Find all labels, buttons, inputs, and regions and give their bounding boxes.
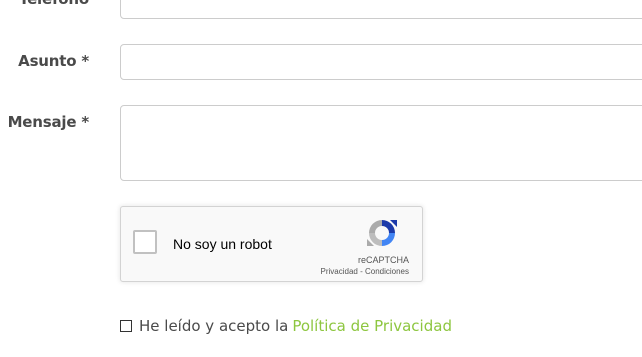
telefono-input[interactable] xyxy=(120,0,642,19)
mensaje-label: Mensaje * xyxy=(7,113,90,131)
recaptcha-widget: No soy un robot reCAPTCHA Privacidad - C… xyxy=(120,206,423,282)
recaptcha-logo-icon xyxy=(367,220,397,246)
privacy-consent: He leído y acepto la Política de Privaci… xyxy=(120,317,452,335)
privacy-consent-text: He leído y acepto la xyxy=(139,317,289,335)
asunto-label: Asunto * xyxy=(18,52,89,70)
asunto-input[interactable] xyxy=(120,44,642,80)
privacy-checkbox[interactable] xyxy=(120,320,132,332)
recaptcha-brand: reCAPTCHA xyxy=(357,255,409,265)
recaptcha-checkbox[interactable] xyxy=(133,230,157,254)
recaptcha-terms-links[interactable]: Privacidad - Condiciones xyxy=(321,267,410,276)
mensaje-textarea[interactable] xyxy=(120,105,642,181)
telefono-label: Teléfono xyxy=(19,0,89,8)
privacy-policy-link[interactable]: Política de Privacidad xyxy=(292,317,452,335)
recaptcha-label: No soy un robot xyxy=(173,236,272,252)
